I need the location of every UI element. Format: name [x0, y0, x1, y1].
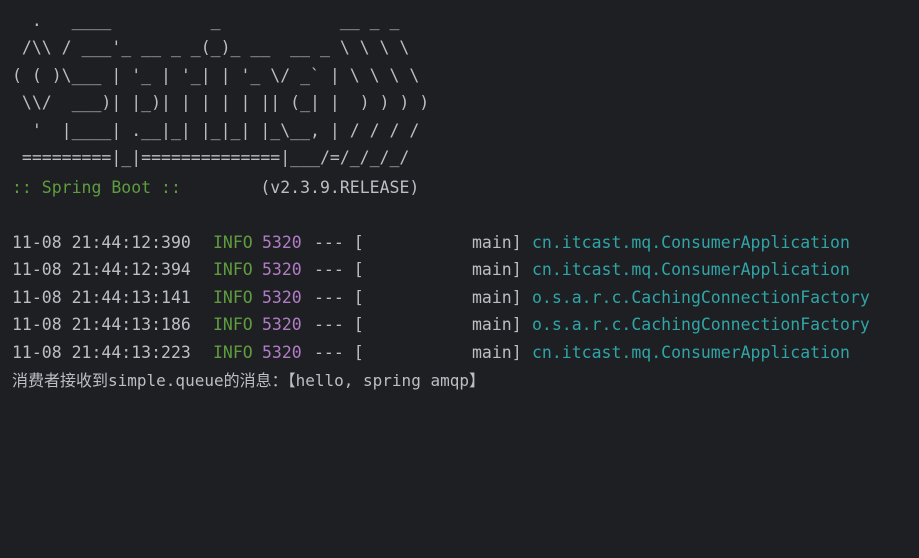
log-line: 11-08 21:44:13:141 INFO 5320 --- [ main]… — [12, 284, 912, 311]
log-logger-link[interactable]: cn.itcast.mq.ConsumerApplication — [532, 229, 850, 256]
log-separator: --- [ — [314, 342, 364, 362]
spring-boot-version-line: :: Spring Boot :: (v2.3.9.RELEASE) — [12, 174, 419, 201]
log-level: INFO — [213, 287, 253, 307]
log-pid: 5320 — [262, 233, 302, 252]
log-separator: --- [ — [314, 287, 364, 307]
log-thread: main] — [472, 315, 522, 335]
log-level: INFO — [213, 315, 253, 335]
log-thread: main] — [472, 260, 522, 280]
log-pid: 5320 — [262, 287, 302, 307]
consumer-message-output: 消费者接收到simple.queue的消息：【hello, spring amq… — [12, 371, 485, 390]
log-separator: --- [ — [314, 315, 364, 335]
log-line: 11-08 21:44:12:394 INFO 5320 --- [ main]… — [12, 256, 912, 283]
spring-boot-version: (v2.3.9.RELEASE) — [260, 178, 420, 197]
log-line: 11-08 21:44:13:223 INFO 5320 --- [ main]… — [12, 339, 912, 366]
log-line: 11-08 21:44:13:186 INFO 5320 --- [ main]… — [12, 311, 912, 338]
log-logger-link[interactable]: cn.itcast.mq.ConsumerApplication — [532, 256, 850, 283]
log-pid: 5320 — [262, 342, 302, 362]
log-lines: 11-08 21:44:12:390 INFO 5320 --- [ main]… — [12, 229, 912, 366]
log-timestamp: 11-08 21:44:13:141 — [12, 287, 191, 307]
log-timestamp: 11-08 21:44:12:390 — [12, 233, 191, 252]
log-logger-link[interactable]: o.s.a.r.c.CachingConnectionFactory — [532, 311, 870, 338]
log-timestamp: 11-08 21:44:13:223 — [12, 342, 191, 362]
log-logger-link[interactable]: cn.itcast.mq.ConsumerApplication — [532, 339, 850, 366]
log-line: 11-08 21:44:12:390 INFO 5320 --- [ main]… — [12, 229, 912, 256]
log-level: INFO — [213, 342, 253, 362]
log-level: INFO — [213, 233, 253, 252]
log-pid: 5320 — [262, 260, 302, 280]
log-thread: main] — [472, 287, 522, 307]
log-pid: 5320 — [262, 315, 302, 335]
spring-boot-label: :: Spring Boot :: — [12, 178, 181, 197]
log-separator: --- [ — [314, 233, 364, 252]
log-timestamp: 11-08 21:44:13:186 — [12, 315, 191, 335]
log-timestamp: 11-08 21:44:12:394 — [12, 260, 191, 280]
log-level: INFO — [213, 260, 253, 280]
log-separator: --- [ — [314, 260, 364, 280]
log-thread: main] — [472, 233, 522, 252]
console-output: . ____ _ __ _ _ /\\ / ___'_ __ _ _(_)_ _… — [0, 0, 919, 410]
spring-ascii-banner: . ____ _ __ _ _ /\\ / ___'_ __ _ _(_)_ _… — [12, 11, 430, 168]
log-thread: main] — [472, 342, 522, 362]
log-logger-link[interactable]: o.s.a.r.c.CachingConnectionFactory — [532, 284, 870, 311]
